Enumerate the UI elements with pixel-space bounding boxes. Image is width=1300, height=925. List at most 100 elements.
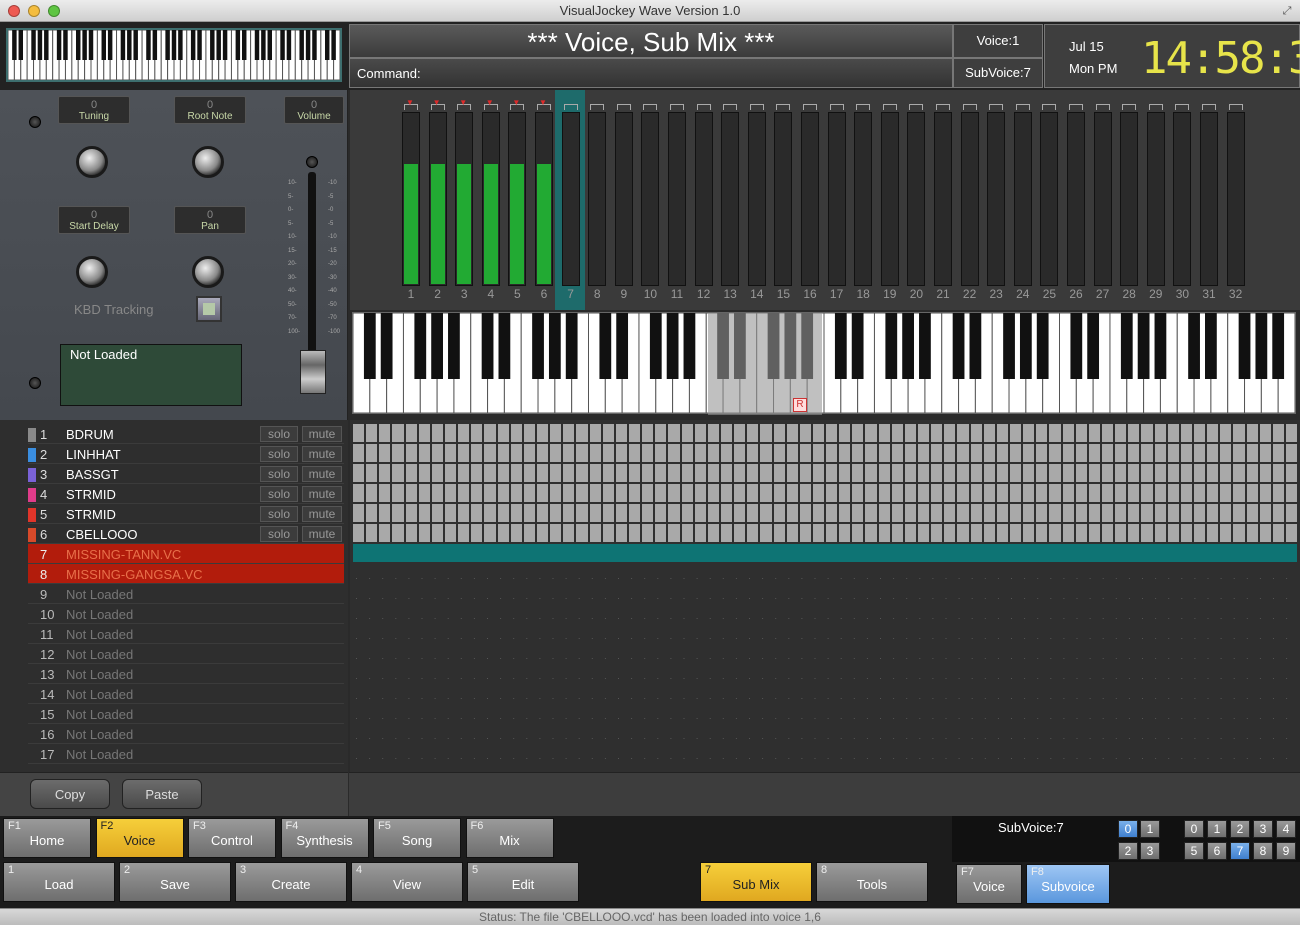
- black-key[interactable]: [190, 30, 196, 60]
- solo-button[interactable]: solo: [260, 526, 298, 542]
- grid-cell[interactable]: [471, 444, 483, 462]
- black-key[interactable]: [851, 313, 864, 379]
- voice-row[interactable]: 17 Not Loaded: [28, 744, 344, 764]
- grid-cell[interactable]: [418, 444, 430, 462]
- grid-cell[interactable]: [431, 464, 443, 482]
- grid-cell[interactable]: [405, 444, 417, 462]
- black-key[interactable]: [1238, 313, 1251, 379]
- grid-row[interactable]: [353, 444, 1298, 462]
- grid-cell[interactable]: [392, 524, 404, 542]
- grid-cell[interactable]: [1154, 424, 1166, 442]
- grid-cell[interactable]: [1128, 444, 1140, 462]
- grid-cell[interactable]: [996, 424, 1009, 442]
- grid-row[interactable]: [353, 424, 1298, 442]
- subvoice-group-button[interactable]: 2: [1118, 842, 1138, 860]
- grid-cell[interactable]: [1246, 424, 1258, 442]
- grid-cell[interactable]: [484, 424, 496, 442]
- grid-cell[interactable]: [405, 524, 417, 542]
- grid-cell[interactable]: [839, 524, 851, 542]
- black-key[interactable]: [82, 30, 87, 60]
- meter-number[interactable]: 10: [638, 287, 662, 301]
- grid-cell[interactable]: [878, 504, 890, 522]
- grid-cell[interactable]: [1141, 524, 1153, 542]
- grid-cell[interactable]: [891, 504, 903, 522]
- grid-cell[interactable]: [1246, 484, 1258, 502]
- meter-number[interactable]: 12: [692, 287, 716, 301]
- grid-cell[interactable]: [536, 524, 549, 542]
- grid-cell[interactable]: [734, 424, 746, 442]
- grid-cell[interactable]: [720, 504, 733, 522]
- grid-cell[interactable]: [852, 444, 864, 462]
- grid-cell[interactable]: [852, 524, 864, 542]
- grid-cell[interactable]: [918, 524, 930, 542]
- grid-cell[interactable]: [1049, 424, 1061, 442]
- grid-cell[interactable]: [563, 504, 575, 522]
- grid-cell[interactable]: [694, 524, 706, 542]
- grid-cell[interactable]: [1259, 424, 1271, 442]
- grid-cell[interactable]: [1102, 524, 1114, 542]
- grid-cell[interactable]: [983, 444, 995, 462]
- grid-cell[interactable]: [904, 524, 917, 542]
- black-key[interactable]: [44, 30, 49, 60]
- grid-cell[interactable]: [891, 484, 903, 502]
- grid-cell[interactable]: [602, 504, 614, 522]
- grid-cell[interactable]: [720, 524, 733, 542]
- grid-cell[interactable]: [694, 504, 706, 522]
- grid-cell[interactable]: [812, 424, 825, 442]
- grid-cell[interactable]: [1023, 484, 1035, 502]
- grid-cell[interactable]: [826, 484, 838, 502]
- grid-cell[interactable]: [983, 484, 995, 502]
- grid-cell[interactable]: [497, 424, 509, 442]
- grid-cell[interactable]: [970, 504, 982, 522]
- grid-cell[interactable]: [615, 444, 627, 462]
- grid-cell[interactable]: [563, 464, 575, 482]
- grid-cell[interactable]: [983, 424, 995, 442]
- grid-cell[interactable]: [1075, 424, 1087, 442]
- black-key[interactable]: [101, 30, 107, 60]
- grid-cell[interactable]: [1128, 424, 1140, 442]
- grid-cell[interactable]: [510, 484, 522, 502]
- mini-keyboard[interactable]: [6, 28, 342, 82]
- grid-cell[interactable]: [1023, 464, 1035, 482]
- black-key[interactable]: [666, 313, 679, 379]
- grid-cell[interactable]: [694, 424, 706, 442]
- grid-cell[interactable]: [1088, 484, 1101, 502]
- black-key[interactable]: [1036, 313, 1049, 379]
- grid-cell[interactable]: [576, 504, 588, 522]
- black-key[interactable]: [649, 313, 662, 379]
- grid-cell[interactable]: [970, 464, 982, 482]
- black-key[interactable]: [952, 313, 965, 379]
- grid-cell[interactable]: [418, 464, 430, 482]
- black-key[interactable]: [1087, 313, 1100, 379]
- black-key[interactable]: [565, 313, 578, 379]
- voice-row[interactable]: 9 Not Loaded: [28, 584, 344, 604]
- grid-cell[interactable]: [799, 524, 811, 542]
- black-key[interactable]: [1154, 313, 1167, 379]
- grid-cell[interactable]: [642, 484, 654, 502]
- root-marker[interactable]: R: [793, 398, 807, 412]
- solo-button[interactable]: solo: [260, 446, 298, 462]
- grid-cell[interactable]: [957, 444, 969, 462]
- grid-cell[interactable]: [1259, 524, 1271, 542]
- grid-cell[interactable]: [628, 484, 641, 502]
- grid-cell[interactable]: [865, 424, 877, 442]
- meter-number[interactable]: 1: [399, 287, 423, 301]
- mute-button[interactable]: mute: [302, 506, 342, 522]
- grid-cell[interactable]: [970, 484, 982, 502]
- black-key[interactable]: [380, 313, 393, 379]
- meter-number[interactable]: 18: [851, 287, 875, 301]
- grid-cell[interactable]: [589, 504, 601, 522]
- grid-cell[interactable]: [379, 484, 391, 502]
- voice-row[interactable]: 6 CBELLOOO solo mute: [28, 524, 344, 544]
- grid-cell[interactable]: [1141, 424, 1153, 442]
- grid-cell[interactable]: [1102, 504, 1114, 522]
- grid-cell[interactable]: [996, 464, 1009, 482]
- black-key[interactable]: [75, 30, 81, 60]
- grid-cell[interactable]: [628, 444, 641, 462]
- grid-cell[interactable]: [996, 444, 1009, 462]
- pan-knob[interactable]: [192, 256, 224, 288]
- grid-cell[interactable]: [550, 464, 562, 482]
- grid-cell[interactable]: [918, 444, 930, 462]
- meter-number[interactable]: 5: [505, 287, 529, 301]
- meter-number[interactable]: 23: [984, 287, 1008, 301]
